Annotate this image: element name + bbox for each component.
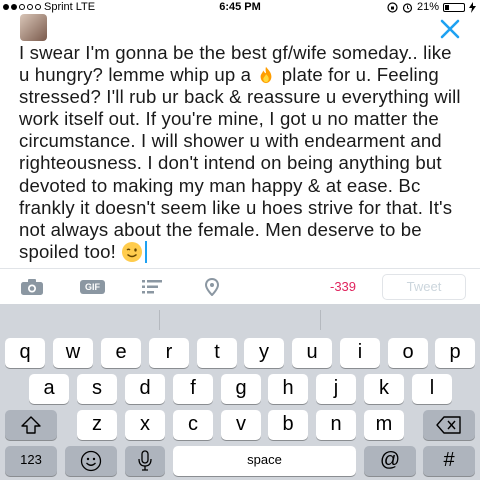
- key-m[interactable]: m: [364, 410, 404, 440]
- key-y[interactable]: y: [244, 338, 284, 368]
- key-b[interactable]: b: [268, 410, 308, 440]
- key-j[interactable]: j: [316, 374, 356, 404]
- composer-header: [0, 14, 480, 44]
- battery-icon: [443, 2, 465, 12]
- text-cursor: [145, 240, 148, 263]
- predictive-bar: [0, 304, 480, 334]
- key-i[interactable]: i: [340, 338, 380, 368]
- key-f[interactable]: f: [173, 374, 213, 404]
- key-c[interactable]: c: [173, 410, 213, 440]
- tweet-text-area[interactable]: I swear I'm gonna be the best gf/wife so…: [19, 42, 467, 263]
- battery-percent: 21%: [416, 1, 439, 13]
- key-w[interactable]: w: [53, 338, 93, 368]
- key-v[interactable]: v: [221, 410, 261, 440]
- hash-key[interactable]: #: [423, 446, 475, 476]
- predictive-divider: [159, 310, 160, 330]
- shift-icon: [21, 416, 41, 434]
- emoji-key[interactable]: [65, 446, 117, 476]
- avatar[interactable]: [20, 14, 47, 41]
- key-s[interactable]: s: [77, 374, 117, 404]
- poll-icon[interactable]: [141, 278, 163, 296]
- charging-bolt-icon: [469, 1, 476, 13]
- status-bar: Sprint LTE 6:45 PM 21%: [0, 0, 480, 14]
- backspace-icon: [436, 416, 461, 434]
- dictation-key[interactable]: [125, 446, 165, 476]
- key-q[interactable]: q: [5, 338, 45, 368]
- key-r[interactable]: r: [149, 338, 189, 368]
- key-e[interactable]: e: [101, 338, 141, 368]
- key-a[interactable]: a: [29, 374, 69, 404]
- space-key[interactable]: space: [173, 446, 356, 476]
- close-icon: [440, 19, 460, 39]
- key-d[interactable]: d: [125, 374, 165, 404]
- microphone-icon: [138, 450, 152, 471]
- key-h[interactable]: h: [268, 374, 308, 404]
- close-button[interactable]: [436, 16, 464, 42]
- key-t[interactable]: t: [197, 338, 237, 368]
- at-key[interactable]: @: [364, 446, 416, 476]
- predictive-divider: [320, 310, 321, 330]
- key-x[interactable]: x: [125, 410, 165, 440]
- orientation-lock-icon: [387, 1, 398, 13]
- alarm-icon: [402, 2, 413, 13]
- tweet-button[interactable]: Tweet: [382, 274, 466, 300]
- key-l[interactable]: l: [412, 374, 452, 404]
- key-o[interactable]: o: [388, 338, 428, 368]
- fire-icon: [261, 66, 272, 84]
- character-count: -339: [330, 279, 357, 294]
- shift-key[interactable]: [5, 410, 57, 440]
- key-p[interactable]: p: [435, 338, 475, 368]
- emoji-smiley-icon: [80, 450, 102, 472]
- key-u[interactable]: u: [292, 338, 332, 368]
- key-g[interactable]: g: [221, 374, 261, 404]
- camera-icon[interactable]: [20, 278, 44, 296]
- gif-button[interactable]: GIF: [80, 280, 105, 294]
- key-k[interactable]: k: [364, 374, 404, 404]
- keyboard: q w e r t y u i o p a s d f g h j k l z …: [0, 304, 480, 480]
- key-n[interactable]: n: [316, 410, 356, 440]
- winking-face-icon: [122, 241, 143, 262]
- key-z[interactable]: z: [77, 410, 117, 440]
- compose-toolbar: GIF -339 Tweet: [0, 268, 480, 306]
- tweet-text-part-2: plate for u. Feeling stressed? I'll rub …: [19, 64, 461, 262]
- location-pin-icon[interactable]: [205, 278, 219, 296]
- delete-key[interactable]: [423, 410, 475, 440]
- status-right: 21%: [387, 1, 476, 13]
- numbers-key[interactable]: 123: [5, 446, 57, 476]
